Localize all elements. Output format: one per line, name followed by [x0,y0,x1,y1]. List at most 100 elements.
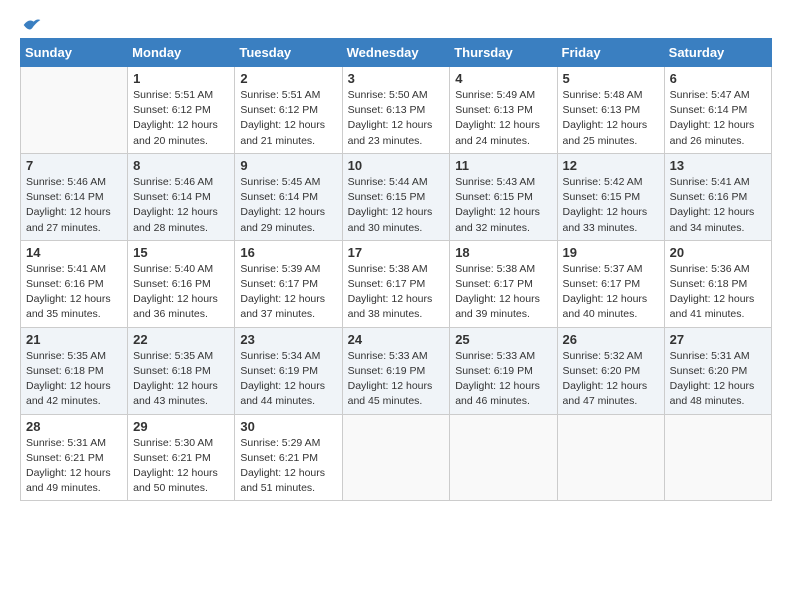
calendar-day-header: Thursday [450,39,557,67]
day-info: Sunrise: 5:45 AM Sunset: 6:14 PM Dayligh… [240,175,336,236]
day-number: 24 [348,332,445,347]
day-number: 13 [670,158,766,173]
day-number: 2 [240,71,336,86]
calendar-cell: 11Sunrise: 5:43 AM Sunset: 6:15 PM Dayli… [450,153,557,240]
calendar-cell: 10Sunrise: 5:44 AM Sunset: 6:15 PM Dayli… [342,153,450,240]
calendar-week-row: 21 Sunrise: 5:35 AM Sunset: 6:18 PM Dayli… [21,327,772,414]
calendar-cell: 16Sunrise: 5:39 AM Sunset: 6:17 PM Dayli… [235,240,342,327]
day-info: Sunrise: 5:41 AM Sunset: 6:16 PM Dayligh… [670,175,766,236]
calendar-day-header: Saturday [664,39,771,67]
day-number: 4 [455,71,551,86]
calendar-day-header: Monday [128,39,235,67]
day-number: 12 [563,158,659,173]
day-number: 25 [455,332,551,347]
logo [20,16,42,30]
calendar-cell: 23 Sunrise: 5:34 AM Sunset: 6:19 PM Dayli… [235,327,342,414]
day-number: 7 [26,158,122,173]
calendar-cell: 24 Sunrise: 5:33 AM Sunset: 6:19 PM Dayli… [342,327,450,414]
calendar-cell: 29 Sunrise: 5:30 AM Sunset: 6:21 PM Dayli… [128,414,235,501]
calendar-cell: 28 Sunrise: 5:31 AM Sunset: 6:21 PM Dayli… [21,414,128,501]
calendar-cell: 20 Sunrise: 5:36 AM Sunset: 6:18 PM Dayli… [664,240,771,327]
day-info: Sunrise: 5:31 AM Sunset: 6:21 PM Dayligh… [26,436,122,497]
calendar-cell: 7 Sunrise: 5:46 AM Sunset: 6:14 PM Daylig… [21,153,128,240]
calendar-day-header: Wednesday [342,39,450,67]
calendar-week-row: 14Sunrise: 5:41 AM Sunset: 6:16 PM Dayli… [21,240,772,327]
day-number: 29 [133,419,229,434]
day-info: Sunrise: 5:46 AM Sunset: 6:14 PM Dayligh… [133,175,229,236]
day-info: Sunrise: 5:51 AM Sunset: 6:12 PM Dayligh… [240,88,336,149]
calendar-cell: 17 Sunrise: 5:38 AM Sunset: 6:17 PM Dayli… [342,240,450,327]
calendar-cell: 1 Sunrise: 5:51 AM Sunset: 6:12 PM Daylig… [128,67,235,154]
day-number: 23 [240,332,336,347]
day-info: Sunrise: 5:51 AM Sunset: 6:12 PM Dayligh… [133,88,229,149]
day-number: 5 [563,71,659,86]
day-info: Sunrise: 5:38 AM Sunset: 6:17 PM Dayligh… [348,262,445,323]
day-number: 17 [348,245,445,260]
logo-bird-icon [22,16,42,34]
calendar-cell: 6 Sunrise: 5:47 AM Sunset: 6:14 PM Daylig… [664,67,771,154]
calendar-week-row: 7 Sunrise: 5:46 AM Sunset: 6:14 PM Daylig… [21,153,772,240]
calendar-day-header: Tuesday [235,39,342,67]
day-info: Sunrise: 5:33 AM Sunset: 6:19 PM Dayligh… [348,349,445,410]
calendar-cell [664,414,771,501]
day-info: Sunrise: 5:33 AM Sunset: 6:19 PM Dayligh… [455,349,551,410]
day-number: 28 [26,419,122,434]
calendar-cell [342,414,450,501]
calendar-cell: 19Sunrise: 5:37 AM Sunset: 6:17 PM Dayli… [557,240,664,327]
calendar-cell [557,414,664,501]
day-number: 26 [563,332,659,347]
calendar-cell: 22 Sunrise: 5:35 AM Sunset: 6:18 PM Dayli… [128,327,235,414]
day-info: Sunrise: 5:36 AM Sunset: 6:18 PM Dayligh… [670,262,766,323]
calendar-cell: 25 Sunrise: 5:33 AM Sunset: 6:19 PM Dayli… [450,327,557,414]
day-info: Sunrise: 5:32 AM Sunset: 6:20 PM Dayligh… [563,349,659,410]
calendar-cell: 27Sunrise: 5:31 AM Sunset: 6:20 PM Dayli… [664,327,771,414]
day-info: Sunrise: 5:29 AM Sunset: 6:21 PM Dayligh… [240,436,336,497]
calendar-cell: 26 Sunrise: 5:32 AM Sunset: 6:20 PM Dayli… [557,327,664,414]
calendar-cell: 4 Sunrise: 5:49 AM Sunset: 6:13 PM Daylig… [450,67,557,154]
day-number: 1 [133,71,229,86]
day-number: 10 [348,158,445,173]
day-info: Sunrise: 5:38 AM Sunset: 6:17 PM Dayligh… [455,262,551,323]
calendar-week-row: 1 Sunrise: 5:51 AM Sunset: 6:12 PM Daylig… [21,67,772,154]
calendar-cell: 14Sunrise: 5:41 AM Sunset: 6:16 PM Dayli… [21,240,128,327]
day-info: Sunrise: 5:34 AM Sunset: 6:19 PM Dayligh… [240,349,336,410]
calendar-cell [450,414,557,501]
day-number: 27 [670,332,766,347]
day-number: 30 [240,419,336,434]
calendar-cell: 12 Sunrise: 5:42 AM Sunset: 6:15 PM Dayli… [557,153,664,240]
calendar-cell: 13 Sunrise: 5:41 AM Sunset: 6:16 PM Dayli… [664,153,771,240]
day-number: 11 [455,158,551,173]
day-info: Sunrise: 5:41 AM Sunset: 6:16 PM Dayligh… [26,262,122,323]
day-info: Sunrise: 5:50 AM Sunset: 6:13 PM Dayligh… [348,88,445,149]
day-info: Sunrise: 5:46 AM Sunset: 6:14 PM Dayligh… [26,175,122,236]
day-info: Sunrise: 5:40 AM Sunset: 6:16 PM Dayligh… [133,262,229,323]
page-header [20,16,772,30]
day-number: 15 [133,245,229,260]
day-number: 22 [133,332,229,347]
day-info: Sunrise: 5:30 AM Sunset: 6:21 PM Dayligh… [133,436,229,497]
day-info: Sunrise: 5:39 AM Sunset: 6:17 PM Dayligh… [240,262,336,323]
day-info: Sunrise: 5:35 AM Sunset: 6:18 PM Dayligh… [26,349,122,410]
day-info: Sunrise: 5:35 AM Sunset: 6:18 PM Dayligh… [133,349,229,410]
day-info: Sunrise: 5:37 AM Sunset: 6:17 PM Dayligh… [563,262,659,323]
day-number: 20 [670,245,766,260]
calendar-day-header: Friday [557,39,664,67]
calendar-cell: 21 Sunrise: 5:35 AM Sunset: 6:18 PM Dayli… [21,327,128,414]
day-info: Sunrise: 5:49 AM Sunset: 6:13 PM Dayligh… [455,88,551,149]
day-info: Sunrise: 5:42 AM Sunset: 6:15 PM Dayligh… [563,175,659,236]
calendar-cell: 5 Sunrise: 5:48 AM Sunset: 6:13 PM Daylig… [557,67,664,154]
calendar-cell: 8 Sunrise: 5:46 AM Sunset: 6:14 PM Daylig… [128,153,235,240]
calendar-table: SundayMondayTuesdayWednesdayThursdayFrid… [20,38,772,501]
day-info: Sunrise: 5:48 AM Sunset: 6:13 PM Dayligh… [563,88,659,149]
calendar-cell: 15 Sunrise: 5:40 AM Sunset: 6:16 PM Dayli… [128,240,235,327]
day-number: 6 [670,71,766,86]
calendar-cell: 30 Sunrise: 5:29 AM Sunset: 6:21 PM Dayli… [235,414,342,501]
day-number: 8 [133,158,229,173]
day-number: 18 [455,245,551,260]
day-info: Sunrise: 5:47 AM Sunset: 6:14 PM Dayligh… [670,88,766,149]
day-number: 21 [26,332,122,347]
calendar-day-header: Sunday [21,39,128,67]
calendar-cell: 18 Sunrise: 5:38 AM Sunset: 6:17 PM Dayli… [450,240,557,327]
day-number: 9 [240,158,336,173]
calendar-week-row: 28 Sunrise: 5:31 AM Sunset: 6:21 PM Dayli… [21,414,772,501]
